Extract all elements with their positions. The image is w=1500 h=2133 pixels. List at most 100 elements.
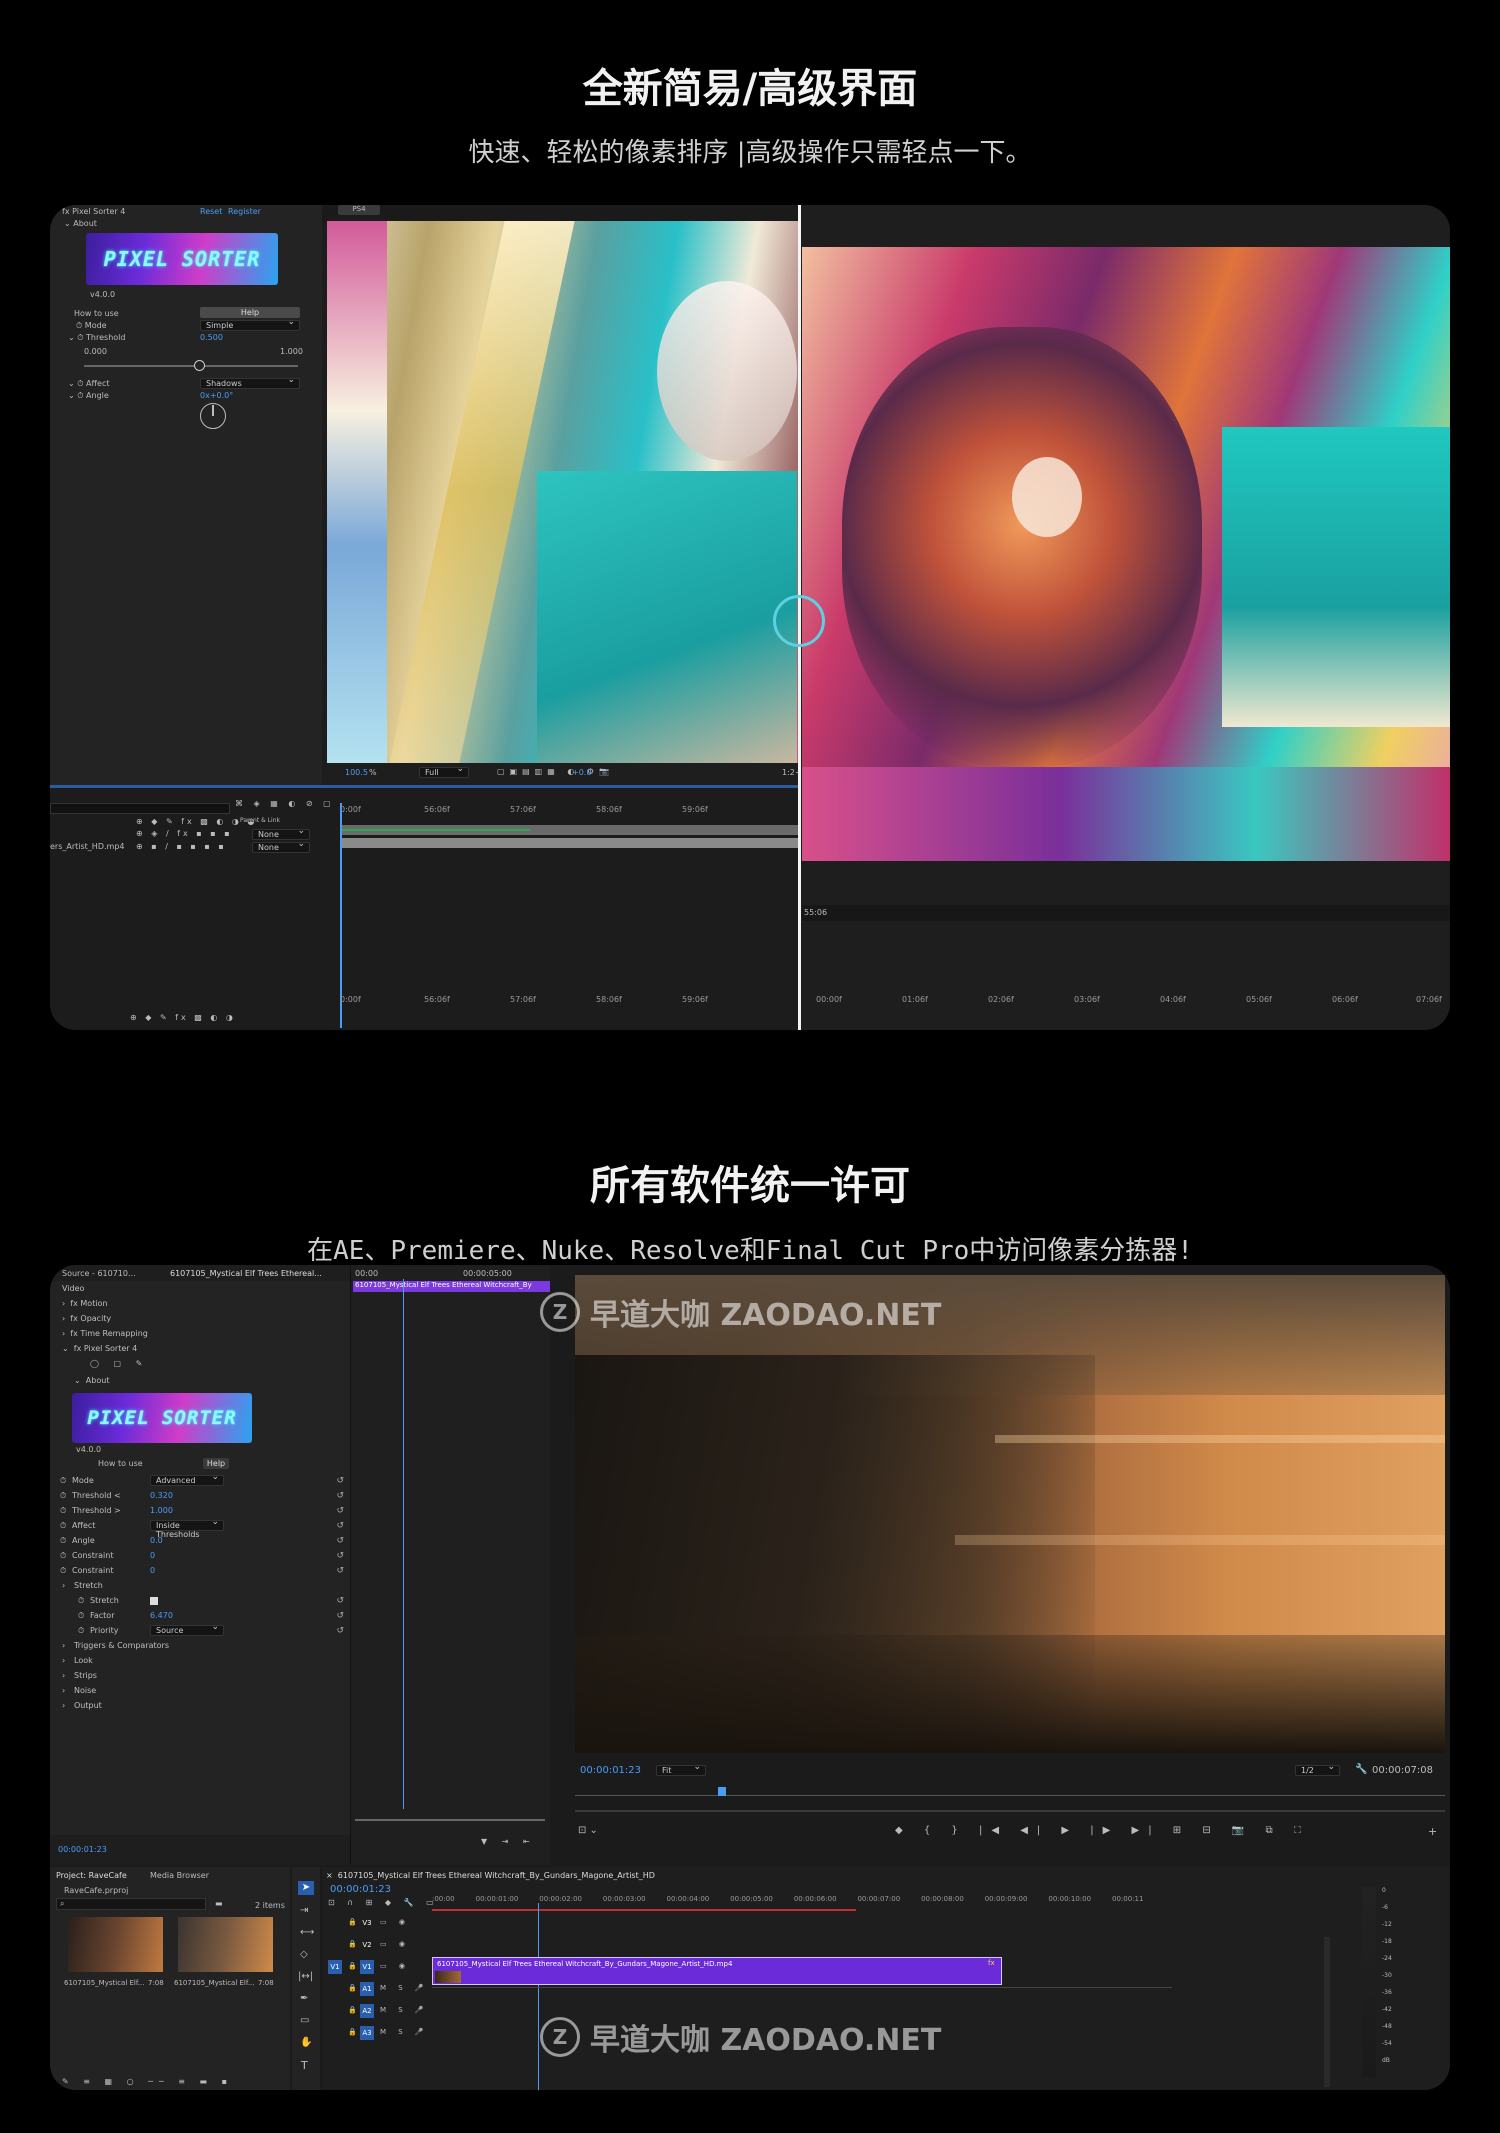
pr-prop-row[interactable]: Threshold > ⏱ 1.000 ↺	[50, 1503, 350, 1518]
reset-icon[interactable]: ↺	[336, 1521, 344, 1531]
pr-opacity-row[interactable]: › fx Opacity	[50, 1311, 350, 1326]
pr-prop-row[interactable]: Look ›	[50, 1653, 350, 1668]
pr-source-patch[interactable]	[328, 2026, 342, 2040]
ae-affect-dropdown[interactable]: Shadows	[200, 376, 300, 389]
pr-track-name[interactable]: V3	[360, 1916, 374, 1930]
lock-icon[interactable]: 🔒	[348, 2028, 357, 2036]
pr-ec-zoom-slider[interactable]	[355, 1819, 545, 1821]
chevron-right-icon[interactable]: ›	[62, 1656, 65, 1665]
reset-icon[interactable]: ↺	[336, 1476, 344, 1486]
hand-tool-icon[interactable]: ✋	[300, 2037, 312, 2048]
razor-tool-icon[interactable]: ◇	[300, 1949, 308, 1960]
pr-thumbnail-2[interactable]	[178, 1917, 273, 1972]
ae-threshold-slider-handle[interactable]	[194, 360, 205, 371]
pr-prop-row[interactable]: Angle ⏱ 0.0 ↺	[50, 1533, 350, 1548]
pr-source-tab[interactable]: Source - 610710...	[62, 1269, 136, 1278]
pr-time-remap-row[interactable]: › fx Time Remapping	[50, 1326, 350, 1341]
pen-tool-icon[interactable]: ✒	[300, 1993, 308, 2004]
reset-icon[interactable]: ↺	[336, 1626, 344, 1636]
ae-about-group[interactable]: ⌄ About	[64, 219, 97, 228]
ae-viewer-tab[interactable]: PS4	[338, 205, 380, 215]
ae-mode-dropdown[interactable]: Simple	[200, 318, 300, 331]
lock-icon[interactable]: 🔒	[348, 1918, 357, 1926]
reset-icon[interactable]: ↺	[336, 1506, 344, 1516]
reset-icon[interactable]: ↺	[336, 1596, 344, 1606]
pr-project-tab[interactable]: Project: RaveCafe	[56, 1871, 127, 1880]
pr-prop-row[interactable]: Strips ›	[50, 1668, 350, 1683]
pr-prop-row[interactable]: Constraint ⏱ 0 ↺	[50, 1563, 350, 1578]
pr-prop-row[interactable]: Output ›	[50, 1698, 350, 1713]
pr-prop-row[interactable]: Affect ⏱ Inside Thresholds ↺	[50, 1518, 350, 1539]
pr-project-search[interactable]: ⌕	[56, 1898, 206, 1910]
chevron-right-icon[interactable]: ›	[62, 1671, 65, 1680]
pr-prop-dropdown[interactable]: Source	[150, 1623, 224, 1636]
reset-icon[interactable]: ↺	[336, 1566, 344, 1576]
ae-help-button[interactable]: Help	[200, 307, 300, 318]
camera-icon[interactable]: 📷	[599, 767, 609, 776]
lock-icon[interactable]: 🔒	[348, 2006, 357, 2014]
pr-sequence-playhead[interactable]	[538, 1903, 539, 2090]
pr-track-header[interactable]: 🔒 V3 ▭ ◉	[322, 1913, 432, 1933]
ae-exposure-value[interactable]: +0.0	[572, 768, 591, 777]
pr-safe-margins-icon[interactable]: ⊡ ⌄	[578, 1825, 598, 1836]
pr-prop-value[interactable]: 0.320	[150, 1491, 173, 1500]
pr-about-row[interactable]: ⌄ About	[50, 1373, 350, 1388]
pr-track-header[interactable]: 🔒 A2 M S 🎤	[322, 2001, 432, 2021]
stopwatch-icon[interactable]: ⏱	[60, 1491, 66, 1501]
pr-help-button[interactable]: Help	[203, 1458, 229, 1469]
stopwatch-icon[interactable]: ⏱	[60, 1506, 66, 1516]
pr-track-name[interactable]: A1	[360, 1982, 374, 1996]
chevron-right-icon[interactable]: ›	[62, 1581, 65, 1590]
pr-pixel-sorter-row[interactable]: ⌄ fx Pixel Sorter 4	[50, 1341, 350, 1356]
pr-track-name[interactable]: A2	[360, 2004, 374, 2018]
ae-right-ruler[interactable]: 00:00f 01:06f 02:06f 03:06f 04:06f 05:06…	[802, 995, 1450, 1015]
pr-scrub-bar[interactable]	[575, 1795, 1445, 1796]
pr-ec-timecode[interactable]: 00:00:01:23	[58, 1845, 107, 1854]
pr-timeline-scrollbar[interactable]	[1324, 1937, 1330, 2087]
ae-threshold-value[interactable]: 0.500	[200, 333, 223, 342]
pr-prop-value[interactable]: 0.0	[150, 1536, 163, 1545]
ae-ruler[interactable]: 0:00f 56:06f 57:06f 58:06f 59:06f	[340, 803, 800, 817]
stopwatch-icon[interactable]: ⏱	[60, 1521, 66, 1531]
pr-prop-value[interactable]: 0	[150, 1566, 155, 1575]
pr-program-playhead[interactable]	[718, 1787, 726, 1796]
ae-parent-dropdown-2[interactable]: None	[252, 840, 310, 853]
pr-track-name[interactable]: V1	[360, 1960, 374, 1974]
pr-sequence-tab[interactable]: × 6107105_Mystical Elf Trees Ethereal Wi…	[326, 1871, 655, 1880]
ae-timeline-switch-icons[interactable]: ⌘ ◈ ▦ ◐ ⊘ ▢	[235, 799, 335, 808]
pr-source-patch[interactable]	[328, 2004, 342, 2018]
pr-track-header[interactable]: 🔒 V2 ▭ ◉	[322, 1935, 432, 1955]
pr-prop-row[interactable]: Threshold < ⏱ 0.320 ↺	[50, 1488, 350, 1503]
add-icon[interactable]: +	[1428, 1825, 1437, 1838]
pr-video-clip[interactable]: 6107105_Mystical Elf Trees Ethereal Witc…	[432, 1957, 1002, 1985]
pr-prop-row[interactable]: Stretch ⏱ ↺	[50, 1593, 350, 1608]
stopwatch-icon[interactable]: ⏱	[78, 1626, 84, 1636]
slip-tool-icon[interactable]: |↔|	[298, 1971, 313, 1982]
lock-icon[interactable]: 🔒	[348, 1962, 357, 1970]
ae-timeline-search[interactable]	[50, 803, 230, 814]
type-tool-icon[interactable]: T	[301, 2059, 308, 2072]
pr-ec-playhead[interactable]	[403, 1279, 404, 1809]
pr-prop-row[interactable]: Priority ⏱ Source ↺	[50, 1623, 350, 1638]
pr-fit-dropdown[interactable]: Fit	[656, 1763, 706, 1776]
pr-track-header[interactable]: V1 🔒 V1 ▭ ◉	[322, 1957, 432, 1977]
pr-motion-row[interactable]: › fx Motion	[50, 1296, 350, 1311]
pr-prop-row[interactable]: Factor ⏱ 6.470 ↺	[50, 1608, 350, 1623]
ae-zoom-value[interactable]: 100.5	[345, 768, 368, 777]
mute-solo-icons[interactable]: M S 🎤	[380, 2006, 429, 2014]
pr-prop-value[interactable]: 0	[150, 1551, 155, 1560]
eye-icon[interactable]: ▭ ◉	[380, 1962, 410, 1970]
mute-solo-icons[interactable]: M S 🎤	[380, 2028, 429, 2036]
stopwatch-icon[interactable]: ⏱	[60, 1476, 66, 1486]
pr-prop-row[interactable]: Triggers & Comparators ›	[50, 1638, 350, 1653]
reset-icon[interactable]: ↺	[336, 1491, 344, 1501]
track-select-tool-icon[interactable]: ⇥	[300, 1905, 308, 1916]
mute-solo-icons[interactable]: M S 🎤	[380, 1984, 429, 1992]
folder-icon[interactable]: ▬	[215, 1899, 223, 1908]
reset-icon[interactable]: ↺	[336, 1536, 344, 1546]
pr-transport-controls[interactable]: ◆ { } |◀ ◀| ▶ |▶ ▶| ⊞ ⊟ 📷 ⧉ ⛶	[895, 1825, 1310, 1836]
ae-threshold-slider-track[interactable]	[84, 365, 298, 367]
pr-media-browser-tab[interactable]: Media Browser	[150, 1871, 209, 1880]
chevron-right-icon[interactable]: ›	[62, 1701, 65, 1710]
pr-sequence-timecode[interactable]: 00:00:01:23	[330, 1884, 391, 1895]
